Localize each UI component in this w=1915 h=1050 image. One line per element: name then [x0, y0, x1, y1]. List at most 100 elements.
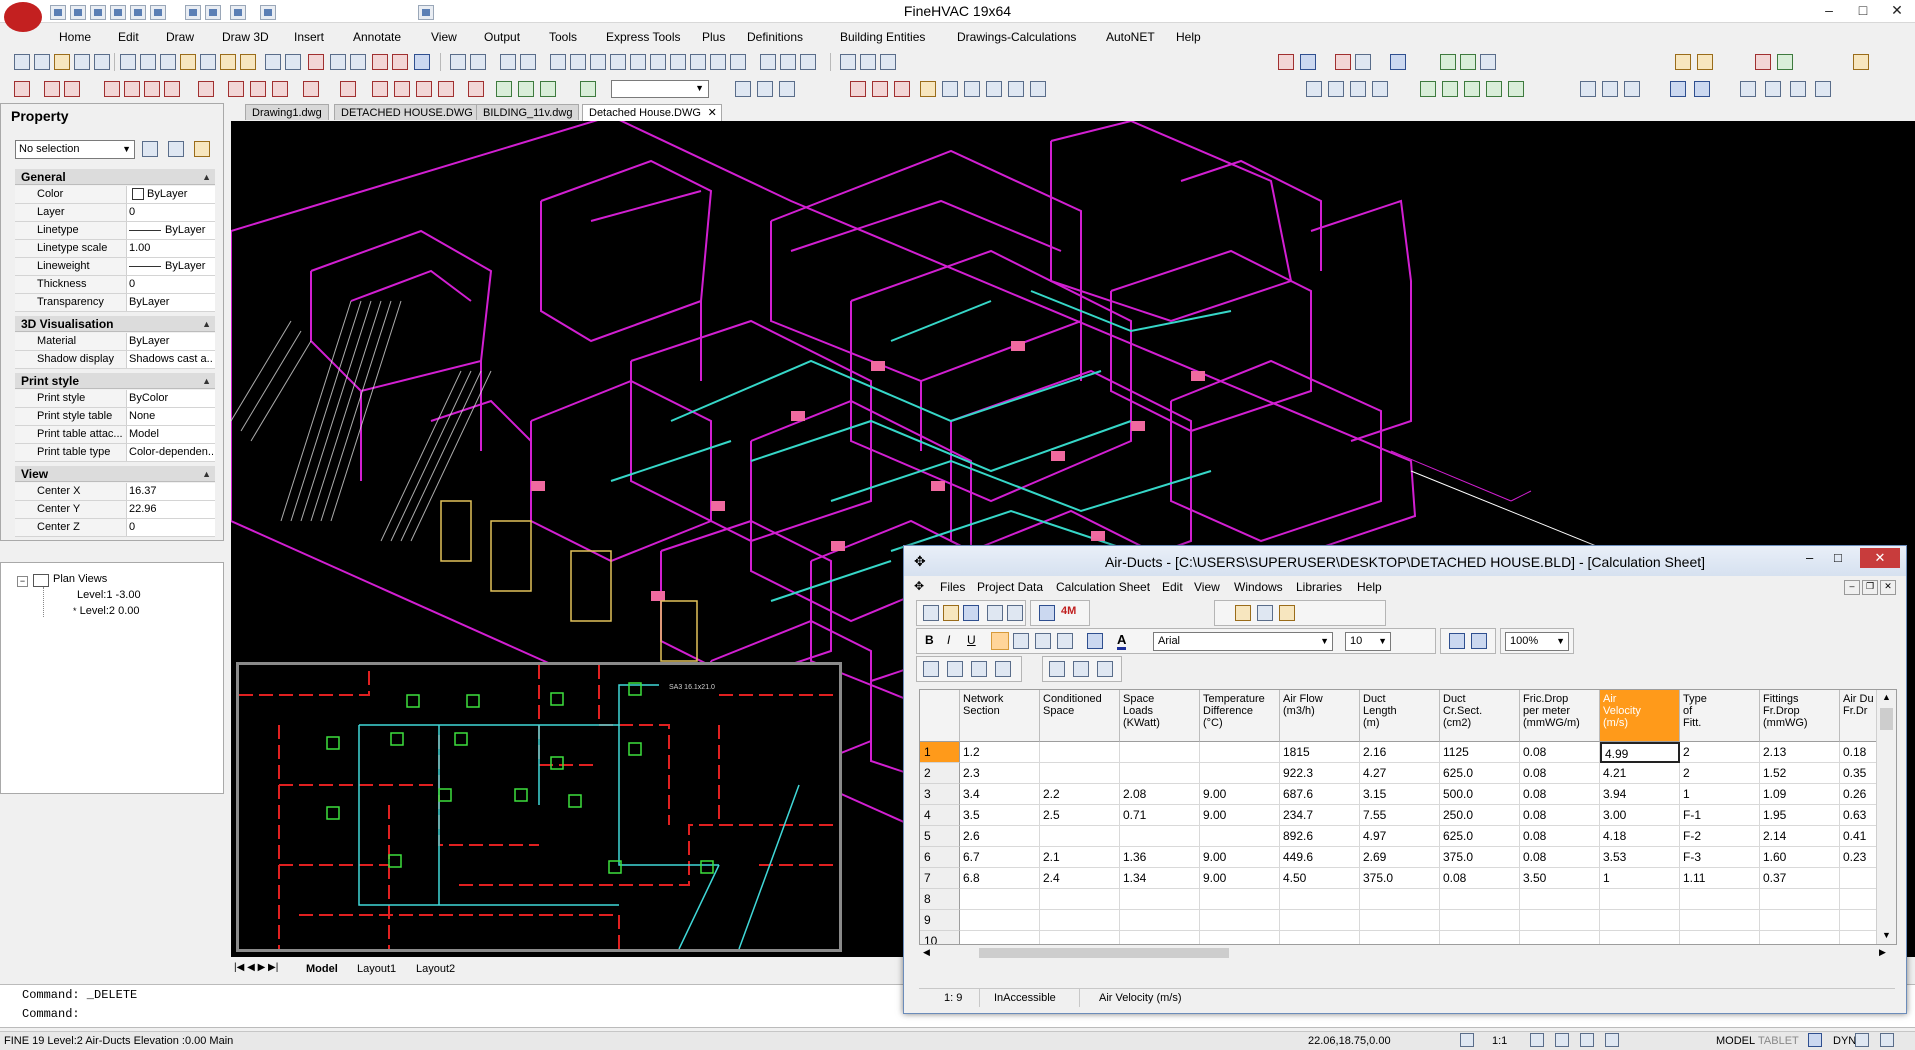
- scroll-up-icon[interactable]: ▲: [1882, 692, 1891, 702]
- fullscreen-icon[interactable]: [1880, 1033, 1894, 1047]
- grid-cell[interactable]: [1200, 826, 1280, 847]
- font-dropdown[interactable]: Arial ▼: [1153, 632, 1333, 651]
- ad-child-restore[interactable]: ❐: [1862, 580, 1878, 595]
- quick-select-icon[interactable]: [142, 141, 158, 157]
- polyline-icon[interactable]: [650, 54, 666, 70]
- view-iso-icon[interactable]: [1420, 81, 1436, 97]
- grid-cell[interactable]: 1.36: [1120, 847, 1200, 868]
- grid-cell[interactable]: [1360, 889, 1440, 910]
- column-icon[interactable]: [372, 81, 388, 97]
- grid-cell[interactable]: 0.08: [1520, 763, 1600, 784]
- grid-cell[interactable]: 2.2: [1040, 784, 1120, 805]
- row-header[interactable]: 8: [920, 889, 960, 910]
- grid-cell[interactable]: 4.97: [1360, 826, 1440, 847]
- tab-model[interactable]: Model: [306, 961, 338, 977]
- arc-icon[interactable]: [470, 54, 486, 70]
- view-right-icon[interactable]: [1372, 81, 1388, 97]
- hatch-icon[interactable]: [550, 54, 566, 70]
- copy-icon[interactable]: [200, 54, 216, 70]
- menu-view[interactable]: View: [431, 30, 457, 44]
- snap-center-icon[interactable]: [986, 81, 1002, 97]
- ad-4m-icon[interactable]: 4M: [1061, 605, 1076, 617]
- grid-cell[interactable]: 1.95: [1760, 805, 1840, 826]
- prop-row[interactable]: Linetype scale 1.00: [15, 240, 215, 258]
- redo-arrow-icon[interactable]: [350, 54, 366, 70]
- polygon-icon[interactable]: [690, 54, 706, 70]
- fill-color-icon[interactable]: [1087, 633, 1103, 649]
- block-icon[interactable]: [730, 54, 746, 70]
- mtext-icon[interactable]: [590, 54, 606, 70]
- ad-menu-calculation-sheet[interactable]: Calculation Sheet: [1056, 580, 1150, 594]
- menu-draw-3d[interactable]: Draw 3D: [222, 30, 269, 44]
- grid-cell[interactable]: 0.08: [1440, 868, 1520, 889]
- row-header[interactable]: 10: [920, 931, 960, 944]
- grid-cell[interactable]: [1440, 910, 1520, 931]
- paste-icon[interactable]: [220, 54, 236, 70]
- zoom-dropdown[interactable]: 100% ▼: [1505, 632, 1569, 651]
- menu-drawings-calculations[interactable]: Drawings-Calculations: [957, 30, 1076, 44]
- row-header[interactable]: 5: [920, 826, 960, 847]
- layer-next-icon[interactable]: [860, 54, 876, 70]
- render-icon[interactable]: [1602, 81, 1618, 97]
- grid-cell[interactable]: [1120, 889, 1200, 910]
- row-header[interactable]: 6: [920, 847, 960, 868]
- grid-cell[interactable]: [1520, 910, 1600, 931]
- col-header[interactable]: Network Section: [960, 690, 1040, 742]
- table-icon[interactable]: [710, 54, 726, 70]
- grid-cell[interactable]: 922.3: [1280, 763, 1360, 784]
- erase-icon[interactable]: [372, 54, 388, 70]
- grid-cell[interactable]: [960, 931, 1040, 944]
- grid-cell[interactable]: 9.00: [1200, 868, 1280, 889]
- grid-cell[interactable]: 1.34: [1120, 868, 1200, 889]
- grid-cell[interactable]: 0.37: [1760, 868, 1840, 889]
- grid-corner[interactable]: [920, 690, 960, 742]
- revcloud-icon[interactable]: [780, 54, 796, 70]
- ad-doc-icon[interactable]: ✥: [914, 579, 924, 593]
- grid-cell[interactable]: F-2: [1680, 826, 1760, 847]
- grid-cell[interactable]: 2: [1680, 742, 1760, 763]
- last-layout-icon[interactable]: ▶|: [268, 962, 278, 973]
- plot-icon[interactable]: [94, 54, 110, 70]
- ad-child-close[interactable]: ✕: [1880, 580, 1896, 595]
- ad-grid-c-icon[interactable]: [971, 661, 987, 677]
- grid-cell[interactable]: 2.16: [1360, 742, 1440, 763]
- col-header[interactable]: Duct Length (m): [1360, 690, 1440, 742]
- grid-cell[interactable]: 9.00: [1200, 847, 1280, 868]
- scroll-right-icon[interactable]: ▶: [1879, 947, 1886, 958]
- align-center-button[interactable]: [1013, 633, 1029, 649]
- cut-icon[interactable]: [180, 54, 196, 70]
- tree-root-label[interactable]: Plan Views: [53, 573, 107, 585]
- grid-cell[interactable]: [1680, 889, 1760, 910]
- grid-cell[interactable]: 449.6: [1280, 847, 1360, 868]
- col-header[interactable]: Fric.Drop per meter (mmWG/m): [1520, 690, 1600, 742]
- grid-cell[interactable]: [1760, 931, 1840, 944]
- ellipse-icon[interactable]: [630, 54, 646, 70]
- grid-cell[interactable]: 0.08: [1520, 805, 1600, 826]
- menu-building-entities[interactable]: Building Entities: [840, 30, 925, 44]
- ad-preview-icon[interactable]: [1007, 605, 1023, 621]
- grid-cell[interactable]: 1.11: [1680, 868, 1760, 889]
- view-se-icon[interactable]: [1508, 81, 1524, 97]
- lineweight-toggle-icon[interactable]: [1855, 1033, 1869, 1047]
- grid-cell[interactable]: 2.13: [1760, 742, 1840, 763]
- ad-tool-a-icon[interactable]: [1049, 661, 1065, 677]
- stair-icon[interactable]: [1480, 54, 1496, 70]
- ortho-toggle-icon[interactable]: [1555, 1033, 1569, 1047]
- underline-button[interactable]: U: [967, 633, 976, 647]
- grid-cell[interactable]: [1040, 763, 1120, 784]
- grid-cell[interactable]: 2.3: [960, 763, 1040, 784]
- tile-icon[interactable]: [1765, 81, 1781, 97]
- grid-cell[interactable]: [1200, 931, 1280, 944]
- prop-row[interactable]: Lineweight ByLayer: [15, 258, 215, 276]
- command-input[interactable]: Command:: [22, 1007, 80, 1021]
- grid-cell[interactable]: 3.15: [1360, 784, 1440, 805]
- print-preview-icon[interactable]: [120, 54, 136, 70]
- trim-icon[interactable]: [64, 81, 80, 97]
- row-header[interactable]: 9: [920, 910, 960, 931]
- grid-cell[interactable]: 500.0: [1440, 784, 1520, 805]
- room-icon[interactable]: [228, 81, 244, 97]
- grille-icon[interactable]: [540, 81, 556, 97]
- align-left-button[interactable]: [991, 632, 1009, 650]
- target-icon[interactable]: [198, 81, 214, 97]
- ad-tool-b-icon[interactable]: [1073, 661, 1089, 677]
